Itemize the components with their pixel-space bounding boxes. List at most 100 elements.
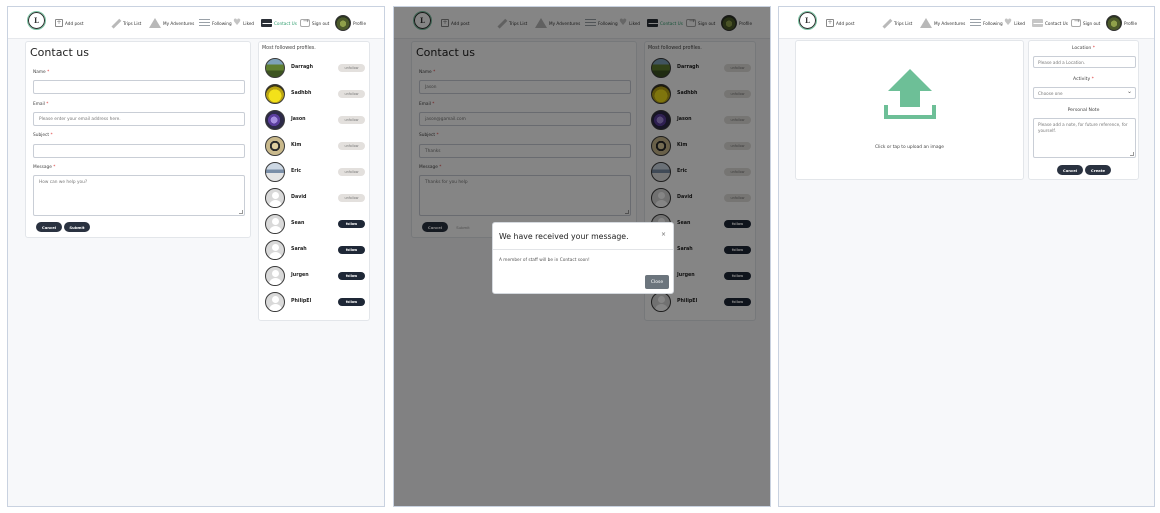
nav-add-post[interactable]: + Add post	[826, 7, 854, 39]
most-followed-profiles-card: Most followed profiles. Darragh unfollow S…	[258, 41, 370, 321]
profile-row: Darragh unfollow	[265, 58, 367, 80]
profile-row: Sean follow	[265, 214, 367, 236]
submit-button[interactable]: Submit	[64, 222, 90, 232]
location-label: Location *	[1029, 46, 1138, 51]
required-mark: *	[50, 133, 53, 138]
profile-name[interactable]: Kim	[291, 143, 301, 148]
logo-letter: L	[805, 16, 810, 25]
profile-avatar[interactable]	[265, 214, 285, 234]
unfollow-button[interactable]: unfollow	[338, 90, 365, 98]
required-mark: *	[1092, 46, 1096, 51]
profile-avatar[interactable]	[265, 84, 285, 104]
profile-avatar[interactable]	[265, 292, 285, 312]
modal-body: A member of staff will be in Contact soo…	[499, 258, 590, 263]
unfollow-button[interactable]: unfollow	[338, 168, 365, 176]
mountain-icon	[920, 18, 932, 28]
profile-avatar[interactable]	[265, 162, 285, 182]
upload-icon	[884, 69, 936, 119]
profile-avatar[interactable]	[265, 110, 285, 130]
name-label-text: Name	[33, 70, 46, 75]
subject-label: Subject *	[33, 133, 53, 138]
nav-following[interactable]: Following	[199, 7, 232, 39]
nav-my-adventures[interactable]: My Adventures	[920, 7, 965, 39]
modal-close-icon[interactable]: ×	[661, 231, 666, 238]
profile-avatar[interactable]	[265, 266, 285, 286]
nav-profile[interactable]: Profile	[1106, 7, 1137, 39]
modal-close-button[interactable]: Close	[645, 275, 669, 289]
profile-name[interactable]: Sarah	[291, 247, 307, 252]
profile-name[interactable]: Jurgen	[291, 273, 309, 278]
nav-liked[interactable]: ♥ Liked	[1004, 7, 1025, 39]
profile-name[interactable]: David	[291, 195, 306, 200]
follow-button[interactable]: follow	[338, 220, 365, 228]
nav-add-post[interactable]: + Add post	[55, 7, 83, 39]
nav-label: Contact Us	[1045, 20, 1068, 26]
location-input[interactable]: Please add a Location.	[1033, 56, 1136, 68]
nav-label: My Adventures	[163, 20, 195, 26]
note-textarea[interactable]: Please add a note, for future reference,…	[1033, 118, 1136, 158]
list-icon	[970, 18, 981, 28]
profile-name[interactable]: Darragh	[291, 65, 313, 70]
activity-select[interactable]: Choose one	[1033, 87, 1136, 99]
pencil-icon	[112, 19, 121, 28]
profile-name[interactable]: Jason	[291, 117, 306, 122]
required-mark: *	[53, 165, 56, 170]
nav-sign-out[interactable]: Sign out	[300, 7, 329, 39]
nav-label: Following	[983, 20, 1003, 26]
email-label: Email *	[33, 102, 48, 107]
name-label: Name *	[33, 70, 49, 75]
profile-avatar[interactable]	[265, 240, 285, 260]
nav-contact-us[interactable]: Contact Us	[261, 7, 297, 39]
nav-label: Profile	[353, 20, 367, 26]
profile-row: Jurgen follow	[265, 266, 367, 288]
profile-avatar[interactable]	[265, 188, 285, 208]
contact-page-panel: L + Add post Trips List My Adventures Fol…	[7, 6, 385, 507]
nav-label: Sign out	[1083, 20, 1101, 26]
cancel-button[interactable]: Cancel	[1057, 165, 1083, 175]
unfollow-button[interactable]: unfollow	[338, 194, 365, 202]
nav-label: My Adventures	[934, 20, 966, 26]
contact-form-card: Contact us Name * Email * Please enter y…	[25, 41, 251, 238]
name-input[interactable]	[33, 80, 245, 94]
plus-icon: +	[55, 19, 63, 27]
profile-row: David unfollow	[265, 188, 367, 210]
logo-icon[interactable]: L	[798, 11, 817, 30]
profile-avatar[interactable]	[265, 58, 285, 78]
nav-trips-list[interactable]: Trips List	[883, 7, 912, 39]
required-mark: *	[1091, 77, 1094, 82]
nav-sign-out[interactable]: Sign out	[1071, 7, 1100, 39]
unfollow-button[interactable]: unfollow	[338, 116, 365, 124]
nav-contact-us[interactable]: Contact Us	[1032, 7, 1068, 39]
top-nav: L + Add post Trips List My Adventures Fol…	[779, 7, 1154, 39]
profile-avatar[interactable]	[265, 136, 285, 156]
nav-profile[interactable]: Profile	[335, 7, 366, 39]
email-input[interactable]: Please enter your email address here.	[33, 112, 245, 126]
subject-input[interactable]	[33, 144, 245, 158]
image-upload-area[interactable]: Click or tap to upload an image	[795, 40, 1024, 180]
follow-button[interactable]: follow	[338, 272, 365, 280]
required-mark: *	[46, 102, 49, 107]
follow-button[interactable]: follow	[338, 298, 365, 306]
screenshot-triptych: L + Add post Trips List My Adventures Fol…	[0, 0, 1160, 513]
unfollow-button[interactable]: unfollow	[338, 142, 365, 150]
nav-liked[interactable]: ♥ Liked	[233, 7, 254, 39]
cancel-button[interactable]: Cancel	[36, 222, 62, 232]
message-textarea[interactable]: How can we help you?	[33, 175, 245, 216]
nav-label: Profile	[1124, 20, 1138, 26]
nav-my-adventures[interactable]: My Adventures	[149, 7, 194, 39]
profile-name[interactable]: Eric	[291, 169, 301, 174]
logo-icon[interactable]: L	[27, 11, 46, 30]
location-label-text: Location	[1071, 46, 1092, 51]
heart-icon: ♥	[233, 17, 242, 28]
plus-icon: +	[826, 19, 834, 27]
create-button[interactable]: Create	[1085, 165, 1111, 175]
activity-label: Activity *	[1029, 77, 1138, 82]
list-icon	[199, 18, 210, 28]
profile-name[interactable]: Sadhbh	[291, 91, 311, 96]
nav-trips-list[interactable]: Trips List	[112, 7, 141, 39]
profile-name[interactable]: Sean	[291, 221, 304, 226]
profile-name[interactable]: PhilipEl	[291, 299, 311, 304]
unfollow-button[interactable]: unfollow	[338, 64, 365, 72]
nav-following[interactable]: Following	[970, 7, 1003, 39]
follow-button[interactable]: follow	[338, 246, 365, 254]
